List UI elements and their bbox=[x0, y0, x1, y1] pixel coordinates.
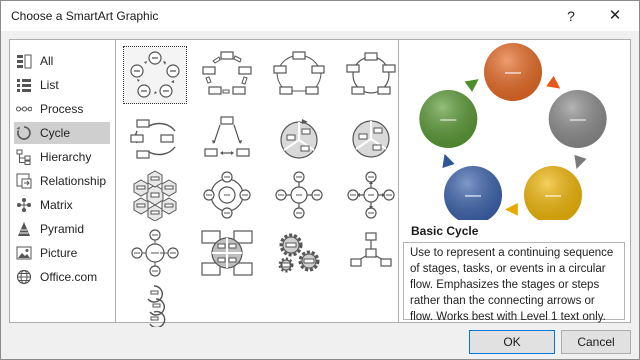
category-label: Process bbox=[40, 102, 84, 116]
preview-title: Basic Cycle bbox=[411, 224, 479, 238]
category-label: Office.com bbox=[40, 270, 98, 284]
layout-text-cycle[interactable] bbox=[195, 46, 259, 104]
layout-interconnected-rings[interactable] bbox=[123, 276, 187, 334]
cycle-arrow bbox=[464, 79, 479, 92]
category-office-com[interactable]: Office.com bbox=[14, 266, 110, 288]
preview-description: Use to represent a continuing sequence o… bbox=[403, 242, 625, 323]
category-label: List bbox=[40, 78, 59, 92]
help-button[interactable]: ? bbox=[551, 1, 591, 31]
cycle-node-label: — bbox=[465, 187, 481, 204]
category-label: Relationship bbox=[40, 174, 107, 188]
cycle-node-label: — bbox=[545, 187, 561, 204]
pyramid-icon bbox=[16, 221, 32, 237]
layout-radial-venn[interactable] bbox=[123, 224, 187, 282]
relationship-icon bbox=[16, 173, 32, 189]
category-label: All bbox=[40, 54, 54, 68]
category-pyramid[interactable]: Pyramid bbox=[14, 218, 110, 240]
ok-button[interactable]: OK bbox=[469, 330, 555, 354]
process-icon bbox=[16, 101, 32, 117]
cycle-arrow bbox=[546, 75, 561, 89]
close-button[interactable]: ✕ bbox=[595, 1, 635, 31]
layout-continuous-cycle[interactable] bbox=[123, 110, 187, 168]
cycle-node-label: — bbox=[505, 64, 521, 81]
cancel-button[interactable]: Cancel bbox=[561, 330, 631, 354]
smartart-dialog: Choose a SmartArt Graphic ? ✕ All List P… bbox=[0, 0, 640, 360]
category-label: Matrix bbox=[40, 198, 73, 212]
category-picture[interactable]: Picture bbox=[14, 242, 110, 264]
layout-basic-pie[interactable] bbox=[339, 110, 403, 168]
dialog-title: Choose a SmartArt Graphic bbox=[11, 9, 159, 23]
cycle-icon bbox=[16, 125, 32, 141]
cycle-arrow bbox=[574, 154, 587, 170]
layout-segmented-cycle[interactable] bbox=[267, 110, 331, 168]
matrix-icon bbox=[16, 197, 32, 213]
layout-hexagon-radial[interactable] bbox=[123, 166, 187, 224]
basic-cycle-preview: — — — — — bbox=[419, 43, 607, 225]
category-hierarchy[interactable]: Hierarchy bbox=[14, 146, 110, 168]
dialog-content: All List Process Cycle Hierarchy Relatio… bbox=[9, 39, 631, 327]
all-icon bbox=[16, 53, 32, 69]
preview-panel: — — — — — Basic Cycle Use to represent a con… bbox=[399, 39, 631, 323]
globe-icon bbox=[16, 269, 32, 285]
layout-gear[interactable] bbox=[267, 224, 331, 282]
category-label: Pyramid bbox=[40, 222, 85, 236]
category-list-item[interactable]: List bbox=[14, 74, 110, 96]
layout-gallery bbox=[116, 39, 399, 327]
category-cycle[interactable]: Cycle bbox=[14, 122, 110, 144]
layout-diverging-radial[interactable] bbox=[339, 166, 403, 224]
title-bar: Choose a SmartArt Graphic ? ✕ bbox=[1, 1, 639, 31]
layout-block-cycle[interactable] bbox=[267, 46, 331, 104]
category-label: Cycle bbox=[40, 126, 71, 140]
layout-nondirectional-cycle[interactable] bbox=[339, 46, 403, 104]
cycle-node-label: — bbox=[570, 111, 586, 128]
category-label: Picture bbox=[40, 246, 78, 260]
category-relationship[interactable]: Relationship bbox=[14, 170, 110, 192]
picture-icon bbox=[16, 245, 32, 261]
layout-multidirectional-cycle[interactable] bbox=[195, 110, 259, 168]
list-icon bbox=[16, 77, 32, 93]
cycle-arrow bbox=[442, 153, 455, 168]
layout-basic-cycle[interactable] bbox=[123, 46, 187, 104]
hierarchy-icon bbox=[16, 149, 32, 165]
category-label: Hierarchy bbox=[40, 150, 92, 164]
layout-radial-cluster[interactable] bbox=[339, 224, 403, 282]
layout-basic-radial[interactable] bbox=[267, 166, 331, 224]
layout-cycle-matrix[interactable] bbox=[195, 224, 259, 282]
layout-radial-cycle[interactable] bbox=[195, 166, 259, 224]
category-matrix[interactable]: Matrix bbox=[14, 194, 110, 216]
cycle-arrow bbox=[505, 202, 518, 216]
category-all[interactable]: All bbox=[14, 50, 110, 72]
category-list: All List Process Cycle Hierarchy Relatio… bbox=[9, 39, 116, 323]
category-process[interactable]: Process bbox=[14, 98, 110, 120]
cycle-node-label: — bbox=[440, 111, 456, 128]
